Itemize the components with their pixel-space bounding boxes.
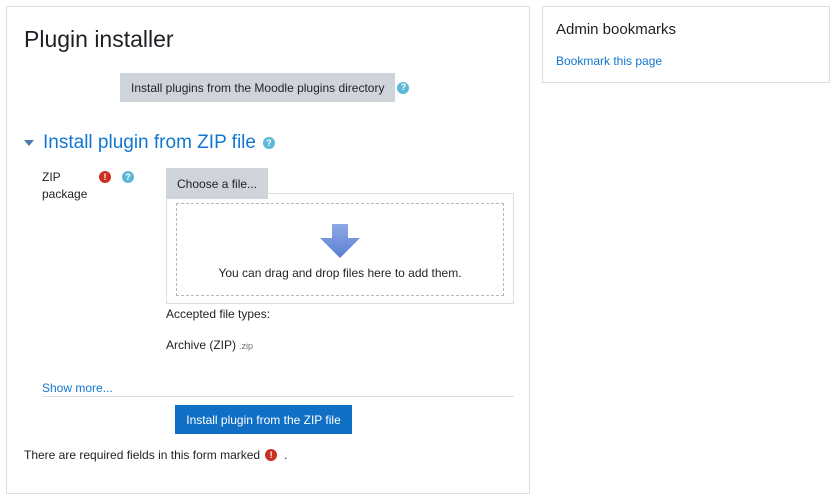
required-fields-note: There are required fields in this form m…: [24, 448, 287, 462]
admin-bookmarks-block: Admin bookmarks Bookmark this page: [542, 6, 830, 83]
zip-section-header[interactable]: Install plugin from ZIP file ?: [24, 131, 275, 155]
download-arrow-icon: [320, 224, 360, 258]
install-from-directory-button[interactable]: Install plugins from the Moodle plugins …: [120, 73, 396, 102]
choose-file-button[interactable]: Choose a file...: [166, 168, 269, 199]
file-picker: You can drag and drop files here to add …: [166, 193, 514, 304]
accepted-types-label: Accepted file types:: [166, 307, 271, 321]
required-note-suffix: .: [284, 448, 288, 462]
required-icon: !: [99, 171, 111, 183]
dropzone-text: You can drag and drop files here to add …: [218, 266, 462, 280]
file-dropzone[interactable]: You can drag and drop files here to add …: [176, 203, 504, 296]
caret-down-icon[interactable]: [24, 140, 34, 146]
install-zip-button[interactable]: Install plugin from the ZIP file: [175, 405, 352, 434]
zip-section-title[interactable]: Install plugin from ZIP file: [43, 132, 256, 154]
show-more-link[interactable]: Show more...: [42, 381, 113, 395]
divider: [42, 396, 514, 397]
page-title: Plugin installer: [24, 26, 174, 52]
help-icon[interactable]: ?: [122, 171, 134, 183]
directory-row: Install plugins from the Moodle plugins …: [120, 73, 410, 102]
admin-bookmarks-title: Admin bookmarks: [556, 21, 677, 38]
required-icon: !: [265, 449, 278, 461]
accepted-type-name: Archive (ZIP): [166, 338, 237, 352]
accepted-type: Archive (ZIP) .zip: [166, 338, 253, 352]
required-note-text: There are required fields in this form m…: [24, 448, 261, 462]
help-icon[interactable]: ?: [262, 137, 275, 149]
help-icon[interactable]: ?: [397, 81, 410, 94]
accepted-type-extension: .zip: [239, 341, 254, 351]
zip-package-label: ZIP package: [42, 170, 88, 201]
main-card: Plugin installer Install plugins from th…: [6, 6, 530, 494]
bookmark-page-link[interactable]: Bookmark this page: [556, 54, 662, 68]
